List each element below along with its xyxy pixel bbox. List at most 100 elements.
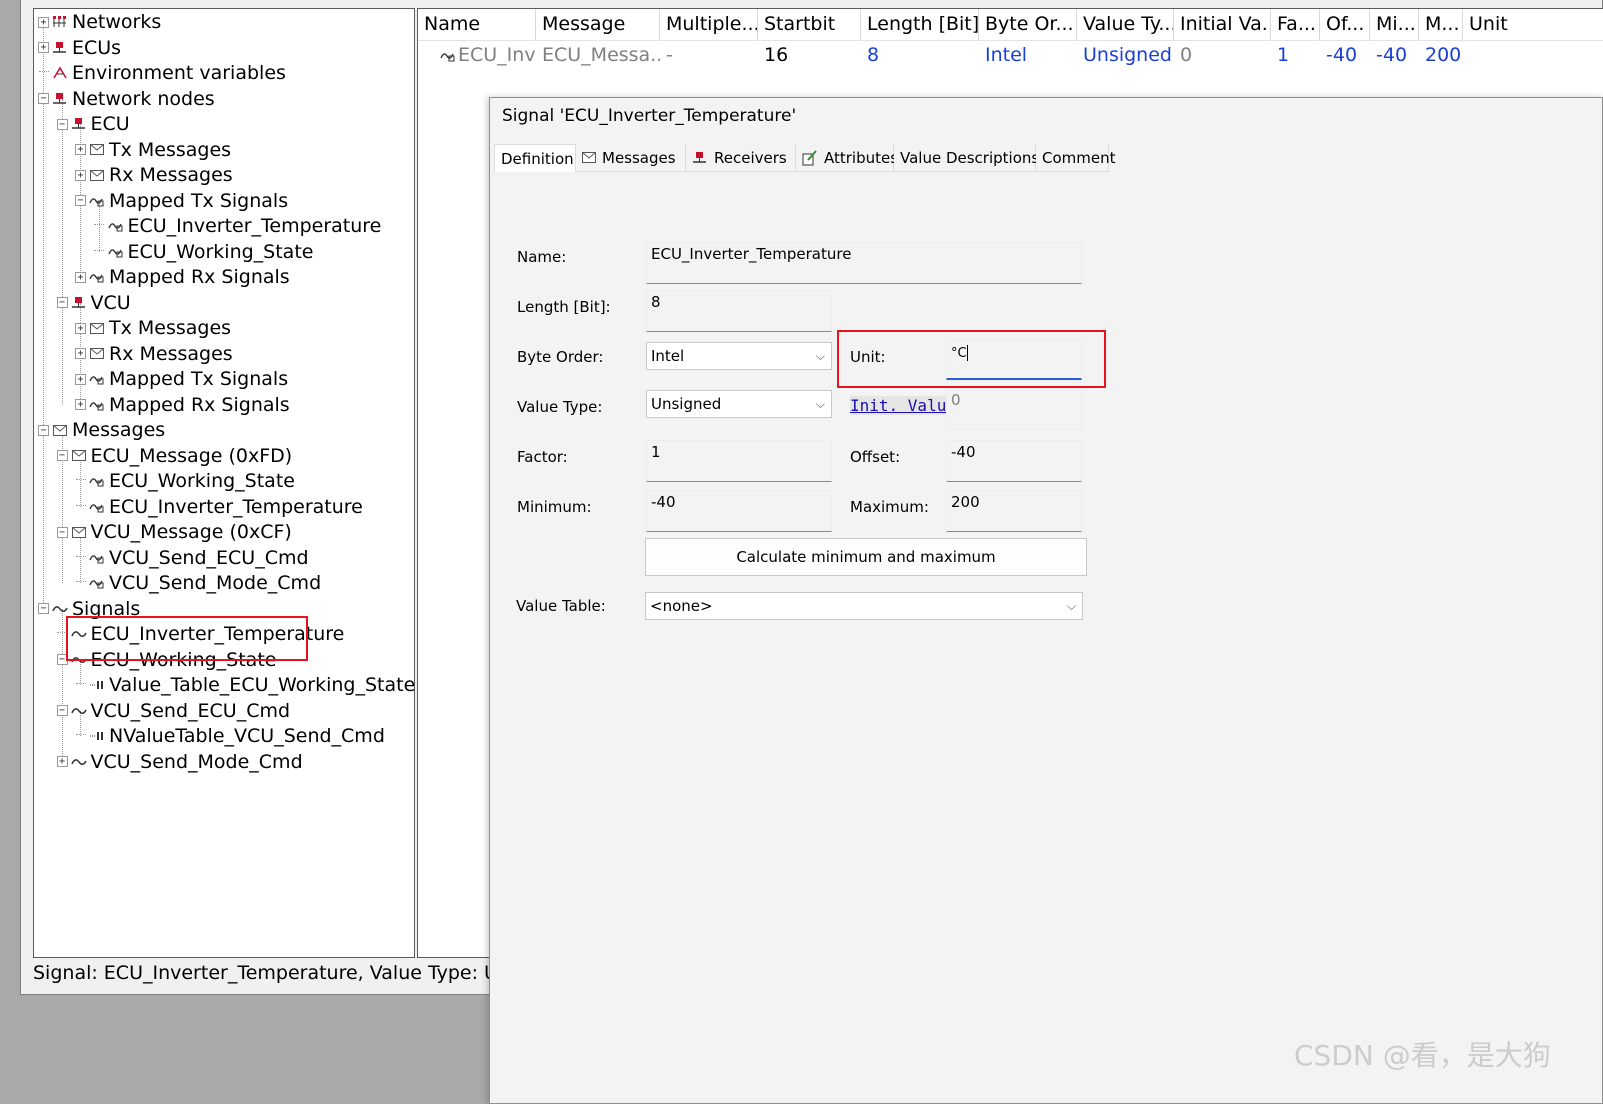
column-header[interactable]: Startbit	[758, 9, 861, 41]
tree-item[interactable]: + Tx Messages	[75, 315, 231, 341]
expand-toggle-icon[interactable]: +	[75, 373, 86, 385]
column-header[interactable]: Multiple...	[660, 9, 758, 41]
collapse-toggle-icon[interactable]: −	[56, 450, 68, 461]
offset-field[interactable]: -40	[946, 440, 1082, 482]
tree-item[interactable]: − ECU_Message (0xFD)	[56, 443, 292, 469]
expand-toggle-icon[interactable]: +	[38, 42, 49, 53]
collapse-toggle-icon[interactable]: −	[56, 654, 68, 665]
grid-cell[interactable]: 8	[861, 41, 979, 69]
tree-item[interactable]: + Networks	[38, 9, 161, 35]
value-table-select[interactable]: <none> ⌵	[645, 592, 1083, 620]
tree-pane[interactable]: + Networks + ECUs Environment variables − Netw…	[33, 8, 415, 958]
collapse-toggle-icon[interactable]: −	[56, 297, 68, 308]
length-field[interactable]: 8	[646, 290, 832, 332]
tree-item[interactable]: − Signals	[38, 596, 140, 622]
grid-cell[interactable]: -40	[1370, 41, 1419, 69]
init-value-field[interactable]: 0	[946, 388, 1082, 430]
value-type-select[interactable]: Unsigned ⌵	[646, 390, 832, 418]
collapse-toggle-icon[interactable]: −	[38, 93, 49, 104]
column-header[interactable]: Name	[418, 9, 536, 41]
tree-item[interactable]: ECU_Working_State	[75, 468, 295, 494]
tree-item[interactable]: NValueTable_VCU_Send_Cmd	[75, 723, 385, 749]
tree-item[interactable]: − ECU_Working_State	[56, 647, 276, 673]
grid-cell[interactable]: 200	[1419, 41, 1463, 69]
column-header[interactable]: Fa...	[1271, 9, 1320, 41]
expand-toggle-icon[interactable]: +	[75, 169, 86, 181]
column-header[interactable]: Message	[536, 9, 660, 41]
tree-item[interactable]: − VCU	[56, 290, 131, 316]
maximum-field[interactable]: 200	[946, 490, 1082, 532]
column-header[interactable]: M...	[1419, 9, 1463, 41]
column-header[interactable]: Of...	[1320, 9, 1370, 41]
collapse-toggle-icon[interactable]: −	[75, 195, 86, 206]
grid-cell[interactable]: ECU_Inv...	[418, 41, 536, 69]
tab-messages[interactable]: Messages	[576, 144, 686, 172]
unit-field[interactable]: °C	[946, 340, 1082, 380]
tree-item[interactable]: Environment variables	[38, 60, 286, 86]
minimum-field[interactable]: -40	[646, 490, 832, 532]
calculate-min-max-button[interactable]: Calculate minimum and maximum	[645, 538, 1087, 576]
expand-toggle-icon[interactable]: +	[75, 348, 86, 359]
name-field[interactable]: ECU_Inverter_Temperature	[646, 242, 1082, 284]
column-header[interactable]: Unit	[1463, 9, 1603, 41]
tree-item[interactable]: VCU_Send_ECU_Cmd	[75, 545, 309, 571]
chevron-down-icon: ⌵	[815, 349, 825, 363]
factor-field[interactable]: 1	[646, 440, 832, 482]
tree-item[interactable]: + Mapped Tx Signals	[75, 366, 288, 392]
collapse-toggle-icon[interactable]: −	[56, 526, 68, 538]
expand-toggle-icon[interactable]: +	[75, 271, 86, 283]
collapse-toggle-icon[interactable]: −	[56, 118, 68, 130]
tree-item[interactable]: ECU_Working_State	[94, 239, 313, 265]
tab-definition[interactable]: Definition	[494, 144, 576, 172]
tree-item[interactable]: − Messages	[38, 417, 165, 443]
expand-toggle-icon[interactable]: +	[38, 16, 49, 28]
tree-item[interactable]: + Mapped Rx Signals	[75, 392, 290, 418]
column-header[interactable]: Length [Bit]	[861, 9, 979, 41]
tree-item[interactable]: + Mapped Rx Signals	[75, 264, 290, 290]
grid-cell[interactable]: 1	[1271, 41, 1320, 69]
tree-item-label: Rx Messages	[109, 164, 233, 186]
tree-item[interactable]: + Rx Messages	[75, 162, 233, 188]
tab-value-descriptions[interactable]: Value Descriptions	[894, 144, 1039, 172]
tree-item[interactable]: Value_Table_ECU_Working_State	[75, 672, 414, 698]
expand-toggle-icon[interactable]: +	[56, 756, 68, 767]
tree-item[interactable]: − VCU_Message (0xCF)	[56, 519, 292, 545]
expand-toggle-icon[interactable]: +	[75, 144, 86, 155]
expand-toggle-icon[interactable]: +	[75, 399, 86, 410]
tree-leaf-connector	[75, 731, 86, 742]
collapse-toggle-icon[interactable]: −	[38, 603, 49, 614]
column-header[interactable]: Initial Va...	[1174, 9, 1271, 41]
tree-item[interactable]: − Mapped Tx Signals	[75, 188, 288, 214]
tab-comment[interactable]: Comment	[1036, 144, 1116, 172]
tree-item[interactable]: + ECUs	[38, 35, 121, 61]
tree-item[interactable]: − VCU_Send_ECU_Cmd	[56, 698, 290, 724]
tree-item[interactable]: − Network nodes	[38, 86, 215, 112]
tree-item[interactable]: + Tx Messages	[75, 137, 231, 163]
grid-cell[interactable]	[1463, 41, 1603, 69]
tab-receivers[interactable]: Receivers	[686, 144, 796, 172]
tree-item[interactable]: + Rx Messages	[75, 341, 233, 367]
column-header[interactable]: Byte Or...	[979, 9, 1077, 41]
column-header[interactable]: Mi...	[1370, 9, 1419, 41]
tree-item[interactable]: ECU_Inverter_Temperature	[75, 494, 363, 520]
byte-order-select[interactable]: Intel ⌵	[646, 342, 832, 370]
grid-cell[interactable]: Unsigned	[1077, 41, 1174, 69]
tree-leaf-connector	[57, 629, 68, 640]
collapse-toggle-icon[interactable]: −	[38, 424, 49, 436]
grid-cell[interactable]: -	[660, 41, 758, 69]
expand-toggle-icon[interactable]: +	[75, 322, 86, 334]
tree-item[interactable]: − ECU	[56, 111, 130, 137]
tree-item[interactable]: ECU_Inverter_Temperature	[94, 213, 381, 239]
column-header[interactable]: Value Ty...	[1077, 9, 1174, 41]
grid-cell[interactable]: -40	[1320, 41, 1370, 69]
tree-item[interactable]: + VCU_Send_Mode_Cmd	[56, 749, 303, 775]
collapse-toggle-icon[interactable]: −	[56, 705, 68, 716]
init-value-link[interactable]: Init. Value	[850, 396, 956, 415]
tab-attributes[interactable]: Attributes	[796, 144, 898, 172]
grid-cell[interactable]: 16	[758, 41, 861, 69]
grid-cell[interactable]: Intel	[979, 41, 1077, 69]
tree-item[interactable]: VCU_Send_Mode_Cmd	[75, 570, 321, 596]
grid-cell[interactable]: ECU_Messa...	[536, 41, 660, 69]
grid-cell[interactable]: 0	[1174, 41, 1271, 69]
tree-item[interactable]: ECU_Inverter_Temperature	[57, 621, 344, 647]
